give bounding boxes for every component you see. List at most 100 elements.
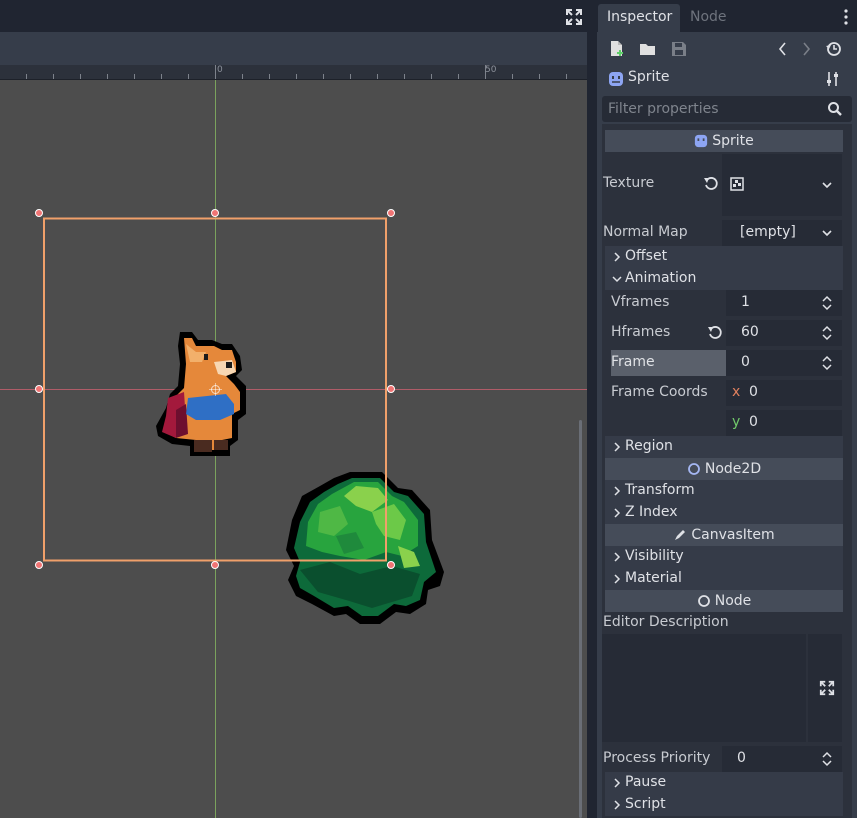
- group-pause-label: Pause: [625, 774, 667, 790]
- chevron-right-icon: [614, 800, 621, 810]
- bush-sprite[interactable]: [286, 472, 444, 624]
- inspector-dock: Inspector Node Sprite Filter properties …: [597, 0, 857, 818]
- chevron-down-icon[interactable]: [822, 228, 832, 238]
- process-priority-value: 0: [737, 750, 746, 766]
- editor-description-textarea[interactable]: [602, 634, 806, 742]
- save-icon[interactable]: [670, 40, 688, 58]
- search-icon: [828, 102, 842, 116]
- section-canvas-item: CanvasItem: [605, 524, 843, 546]
- tab-inspector[interactable]: Inspector: [598, 4, 680, 32]
- frame-spinbox[interactable]: 0: [726, 350, 842, 376]
- horizontal-ruler[interactable]: 0 50: [0, 65, 587, 80]
- frame-coords-label: Frame Coords: [611, 384, 708, 400]
- section-sprite: Sprite: [605, 130, 843, 152]
- group-visibility-label: Visibility: [625, 548, 684, 564]
- editor-description-field[interactable]: [808, 634, 842, 742]
- group-offset-label: Offset: [625, 248, 668, 264]
- canvas-viewport[interactable]: 0 50: [0, 0, 587, 818]
- resize-handle[interactable]: [35, 209, 43, 217]
- spin-arrows-icon[interactable]: [822, 751, 832, 767]
- node-icon: [697, 595, 710, 607]
- chevron-right-icon: [614, 442, 621, 452]
- frame-label: Frame: [611, 354, 655, 370]
- spin-arrows-icon[interactable]: [822, 325, 832, 341]
- spin-arrows-icon[interactable]: [822, 295, 832, 311]
- revert-icon[interactable]: [703, 176, 719, 192]
- object-properties-icon[interactable]: [825, 71, 841, 87]
- expand-icon[interactable]: [819, 680, 835, 696]
- group-script-label: Script: [625, 796, 666, 812]
- normal-map-value: [empty]: [740, 224, 796, 240]
- texture-preview-icon: [730, 177, 744, 191]
- chevron-right-icon: [614, 574, 621, 584]
- pencil-icon: [675, 530, 686, 540]
- editor-description-label: Editor Description: [603, 614, 729, 630]
- resize-handle[interactable]: [211, 561, 219, 569]
- frame-coords-y-value: 0: [749, 414, 758, 430]
- group-animation[interactable]: Animation: [605, 268, 843, 290]
- group-region-label: Region: [625, 438, 673, 454]
- vertical-scrollbar[interactable]: [579, 420, 582, 818]
- group-transform[interactable]: Transform: [605, 480, 843, 502]
- resize-handle[interactable]: [387, 209, 395, 217]
- frame-coords-y-axis: y: [732, 414, 741, 430]
- group-visibility[interactable]: Visibility: [605, 546, 843, 568]
- normal-map-label: Normal Map: [603, 224, 688, 240]
- filter-properties: [602, 96, 852, 122]
- history-list-icon[interactable]: [825, 40, 843, 58]
- viewport-toolbar: [0, 32, 587, 65]
- sprite-icon: [695, 134, 708, 148]
- normal-map-picker[interactable]: [empty]: [722, 220, 842, 246]
- ruler-label-50: 50: [485, 65, 497, 75]
- resize-handle[interactable]: [35, 561, 43, 569]
- process-priority-spinbox[interactable]: 0: [722, 746, 842, 772]
- texture-picker[interactable]: [722, 154, 842, 216]
- group-animation-label: Animation: [625, 270, 697, 286]
- new-resource-icon[interactable]: [608, 40, 626, 58]
- tab-node[interactable]: Node: [681, 4, 737, 32]
- vframes-value: 1: [741, 294, 750, 310]
- fox-character-sprite[interactable]: [156, 332, 246, 456]
- resize-handle[interactable]: [35, 385, 43, 393]
- revert-icon[interactable]: [707, 325, 723, 341]
- resize-handle[interactable]: [211, 209, 219, 217]
- group-pause[interactable]: Pause: [605, 772, 843, 794]
- section-node2d: Node2D: [605, 458, 843, 480]
- history-back-icon[interactable]: [774, 40, 792, 58]
- chevron-right-icon: [614, 486, 621, 496]
- inspector-body: Sprite Sprite Texture: [597, 32, 857, 818]
- hframes-spinbox[interactable]: 60: [726, 320, 842, 346]
- chevron-right-icon: [614, 508, 621, 518]
- dock-menu-icon[interactable]: [843, 8, 849, 26]
- open-folder-icon[interactable]: [639, 40, 657, 58]
- ruler-label-0: 0: [217, 65, 223, 75]
- texture-label: Texture: [603, 175, 655, 191]
- group-z-index[interactable]: Z Index: [605, 502, 843, 524]
- scene-canvas[interactable]: [0, 80, 587, 818]
- sprite-icon: [609, 72, 623, 86]
- vframes-spinbox[interactable]: 1: [726, 290, 842, 316]
- history-forward-icon[interactable]: [797, 40, 815, 58]
- resize-handle[interactable]: [387, 561, 395, 569]
- fullscreen-icon[interactable]: [565, 8, 583, 26]
- frame-coords-x-field[interactable]: x 0: [726, 380, 842, 406]
- frame-coords-y-field[interactable]: y 0: [726, 410, 842, 436]
- frame-coords-x-axis: x: [732, 384, 741, 400]
- group-script[interactable]: Script: [605, 794, 843, 816]
- filter-properties-input[interactable]: [602, 96, 822, 122]
- group-offset[interactable]: Offset: [605, 246, 843, 268]
- group-material-label: Material: [625, 570, 682, 586]
- chevron-down-icon: [612, 276, 622, 283]
- spin-arrows-icon[interactable]: [822, 355, 832, 371]
- group-z-index-label: Z Index: [625, 504, 678, 520]
- group-region[interactable]: Region: [605, 436, 843, 458]
- hframes-label: Hframes: [611, 324, 671, 340]
- chevron-down-icon[interactable]: [822, 180, 832, 190]
- node2d-icon: [687, 463, 700, 475]
- chevron-right-icon: [614, 552, 621, 562]
- section-node-label: Node: [714, 593, 752, 609]
- section-canvas-item-label: CanvasItem: [691, 527, 775, 543]
- group-material[interactable]: Material: [605, 568, 843, 590]
- resize-handle[interactable]: [387, 385, 395, 393]
- section-node: Node: [605, 590, 843, 612]
